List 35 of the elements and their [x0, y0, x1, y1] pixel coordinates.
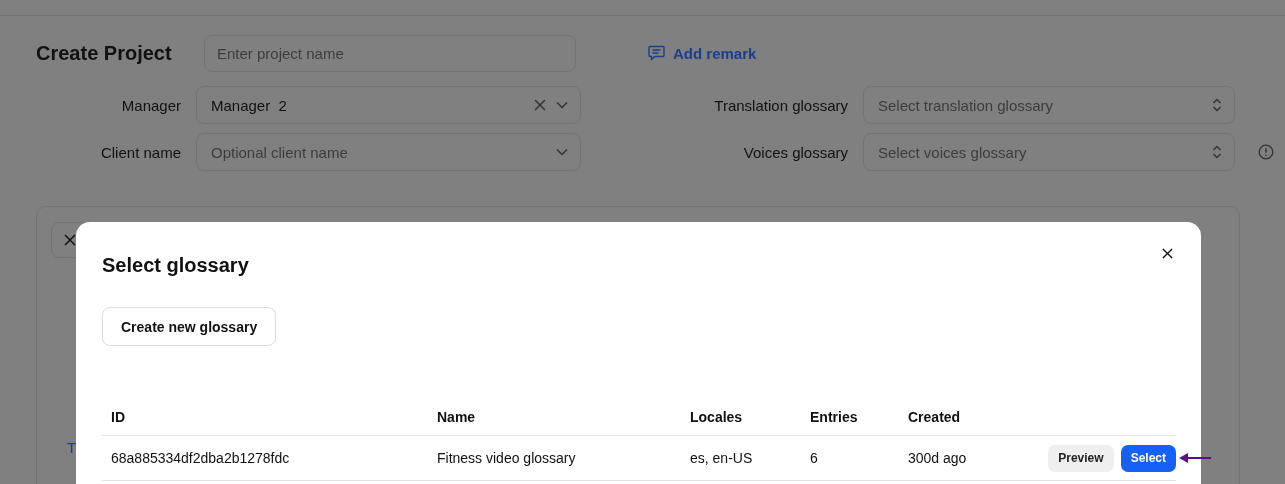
field-label: Translation glossary — [713, 96, 848, 114]
field-label: Client name — [99, 143, 181, 161]
add-remark-link[interactable]: Add remark — [648, 34, 757, 72]
preview-button[interactable]: Preview — [1048, 444, 1114, 472]
create-glossary-button[interactable]: Create new glossary — [102, 307, 277, 346]
select-field[interactable]: Optional client name — [196, 133, 581, 171]
table-cell-text: 300d ago — [907, 450, 968, 466]
project-name-input[interactable]: Enter project name — [204, 34, 576, 72]
close-button[interactable] — [1160, 246, 1175, 261]
column-header: Locales — [689, 408, 744, 425]
select-field[interactable]: Select translation glossary — [863, 86, 1235, 124]
comment-icon — [648, 45, 665, 61]
column-header: Name — [436, 408, 477, 425]
card-label: T — [67, 439, 77, 456]
dialog-title: Select glossary — [102, 254, 250, 277]
close-icon — [64, 234, 76, 246]
column-header: ID — [110, 408, 126, 425]
field-label: Manager — [120, 96, 181, 114]
table-cell-text: 68a885334df2dba2b1278fdc — [110, 450, 291, 466]
select-field[interactable]: Manager 2 — [196, 86, 581, 124]
page-title: Create Project — [36, 41, 173, 65]
select-button[interactable]: Select — [1120, 444, 1176, 472]
close-icon — [1162, 248, 1173, 259]
chevron-up-down-icon — [1212, 98, 1222, 112]
column-header: Entries — [809, 408, 859, 425]
table-cell-text: 6 — [809, 450, 819, 466]
chevron-up-down-icon — [1212, 145, 1222, 159]
chevron-down-icon — [556, 148, 568, 156]
column-header: Created — [907, 408, 962, 425]
clear-icon — [534, 99, 546, 111]
table-cell-text: es, en-US — [689, 450, 754, 466]
chevron-down-icon — [556, 101, 568, 109]
select-field[interactable]: Select voices glossary — [863, 133, 1235, 171]
table-cell-text: Fitness video glossary — [436, 450, 577, 466]
field-label: Voices glossary — [742, 143, 848, 161]
